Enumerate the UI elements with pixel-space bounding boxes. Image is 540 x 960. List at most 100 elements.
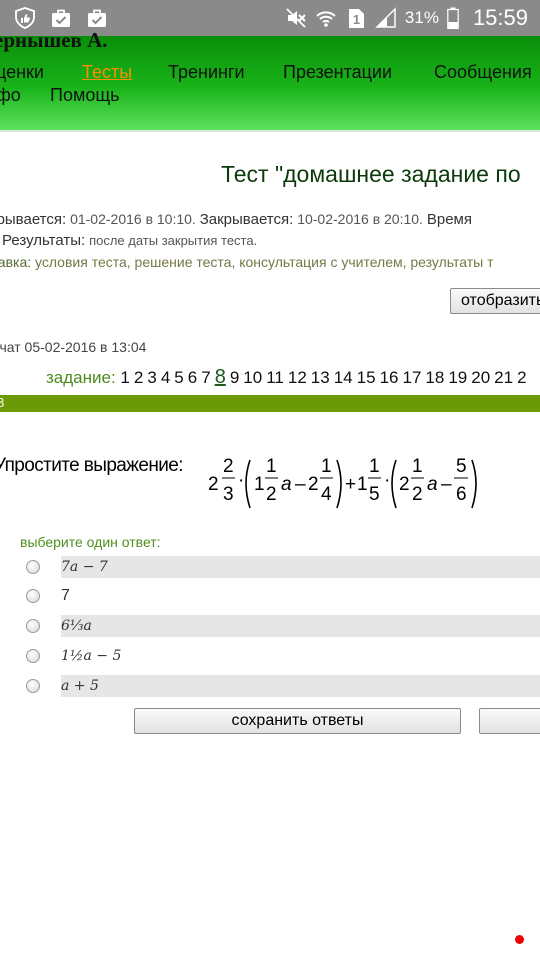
svg-text:+: +	[345, 474, 356, 495]
opens-label: крывается:	[0, 211, 67, 228]
svg-text:·: ·	[238, 470, 244, 491]
answer-label: 7	[61, 587, 70, 604]
answer-option[interactable]: 1½a − 5	[0, 645, 540, 667]
task-number-link[interactable]: 9	[230, 368, 239, 387]
user-name: ернышев А.	[0, 28, 108, 52]
task-number-link[interactable]: 5	[174, 368, 183, 387]
question-text: Упростите выражение:	[0, 455, 184, 476]
save-answers-button[interactable]: сохранить ответы	[134, 708, 461, 734]
briefcase-check-icon	[52, 9, 70, 27]
thumb-up-shield-icon	[15, 7, 35, 29]
started-at: ачат 05-02-2016 в 13:04	[0, 339, 147, 355]
results-value: после даты закрытия теста.	[89, 233, 258, 248]
task-number-link[interactable]: 1	[120, 368, 129, 387]
answer-radio[interactable]	[26, 679, 40, 693]
answer-label: 7a − 7	[61, 556, 540, 578]
nav-item-messages[interactable]: Сообщения	[434, 62, 532, 83]
svg-text:1: 1	[266, 456, 277, 477]
battery-percent: 31%	[404, 8, 439, 27]
svg-text:3: 3	[223, 484, 234, 505]
svg-text:1: 1	[412, 456, 423, 477]
task-number-link[interactable]: 17	[402, 368, 421, 387]
answer-radio[interactable]	[26, 619, 40, 633]
task-number-link[interactable]: 11	[266, 368, 284, 387]
nav-item-grades[interactable]: ценки	[0, 62, 44, 83]
task-number-link[interactable]: 16	[380, 368, 399, 387]
answer-prompt: выберите один ответ:	[20, 534, 161, 550]
closes-label: Закрывается:	[199, 211, 294, 228]
svg-text:6: 6	[456, 484, 467, 505]
svg-text:·: ·	[384, 470, 390, 491]
nav-item-presentations[interactable]: Презентации	[283, 62, 392, 83]
help-links: равка: условия теста, решение теста, кон…	[0, 254, 494, 270]
task-number-link[interactable]: 2	[517, 368, 526, 387]
task-number-link[interactable]: 8	[215, 366, 226, 388]
help-label: равка:	[0, 254, 32, 270]
nav-item-help[interactable]: Помощь	[50, 85, 120, 106]
task-number-link[interactable]: 19	[448, 368, 467, 387]
page-title: Тест "домашнее задание по	[221, 161, 521, 187]
site-header: ернышев А. ценки Тесты Тренинги Презента…	[0, 28, 540, 132]
answer-option[interactable]: 7	[0, 585, 540, 607]
help-links-text[interactable]: условия теста, решение теста, консультац…	[35, 254, 493, 270]
nav-item-info[interactable]: фо	[0, 85, 21, 106]
task-number-link[interactable]: 21	[494, 368, 513, 387]
answer-radio[interactable]	[26, 560, 40, 574]
svg-text:2: 2	[208, 474, 219, 495]
svg-text:2: 2	[399, 474, 410, 495]
show-button[interactable]: отобразить	[450, 288, 540, 314]
next-button[interactable]	[479, 708, 540, 734]
svg-text:2: 2	[308, 474, 319, 495]
svg-text:5: 5	[369, 484, 380, 505]
test-results-info: Результаты: после даты закрытия теста.	[2, 232, 257, 249]
tasks-label: задание:	[46, 368, 116, 387]
task-number-link[interactable]: 15	[357, 368, 376, 387]
nav-item-trainings[interactable]: Тренинги	[168, 62, 245, 83]
answer-option[interactable]: a + 5	[0, 675, 540, 697]
answer-label: 6⅓a	[61, 615, 540, 637]
task-number-link[interactable]: 7	[201, 368, 210, 387]
wifi-icon	[316, 11, 336, 27]
answer-option[interactable]: 7a − 7	[0, 556, 540, 578]
question-formula: 2 23 · 1 12 a – 2 14 + 1 15 · 2 12 a – 5…	[208, 456, 477, 509]
svg-text:–: –	[295, 474, 306, 495]
answer-radio[interactable]	[26, 649, 40, 663]
svg-text:a: a	[427, 474, 438, 495]
answer-option[interactable]: 6⅓a	[0, 615, 540, 637]
red-dot-indicator	[515, 935, 524, 944]
task-number-link[interactable]: 13	[311, 368, 330, 387]
svg-text:5: 5	[456, 456, 467, 477]
clock: 15:59	[472, 5, 528, 30]
signal-icon	[375, 7, 396, 28]
task-number-link[interactable]: 12	[288, 368, 307, 387]
time-label: Время	[426, 211, 472, 228]
answer-label: a + 5	[61, 675, 540, 697]
svg-text:2: 2	[412, 484, 423, 505]
mute-icon	[286, 8, 306, 28]
sim-slot-label: 1	[353, 12, 360, 27]
task-list: 1 2 3 4 5 6 7 8 9 10 11 12 13 14 15 16 17 18 19 20 21 2	[120, 366, 530, 388]
task-number-link[interactable]: 6	[188, 368, 197, 387]
briefcase-check-icon	[88, 9, 106, 27]
task-number-link[interactable]: 20	[471, 368, 490, 387]
task-navigation: задание: 1 2 3 4 5 6 7 8 9 10 11 12 13 14 15 16 17 18 19 20…	[46, 366, 531, 389]
closes-value: 10-02-2016 в 20:10.	[297, 211, 423, 227]
task-number-link[interactable]: 10	[243, 368, 262, 387]
task-number-link[interactable]: 3	[147, 368, 156, 387]
results-label: Результаты:	[2, 232, 86, 249]
svg-text:1: 1	[369, 456, 380, 477]
task-number-link[interactable]: 18	[425, 368, 444, 387]
task-number-link[interactable]: 14	[334, 368, 353, 387]
battery-icon	[447, 7, 459, 29]
svg-text:–: –	[441, 474, 452, 495]
test-schedule: крывается: 01-02-2016 в 10:10. Закрывает…	[0, 211, 472, 228]
question-header-bar: 8	[0, 395, 540, 412]
task-number-link[interactable]: 2	[134, 368, 143, 387]
answer-label: 1½a − 5	[61, 648, 122, 664]
nav-item-tests[interactable]: Тесты	[82, 62, 132, 83]
sim-icon: 1	[348, 9, 364, 28]
svg-text:2: 2	[223, 456, 234, 477]
question-number: 8	[0, 395, 5, 410]
task-number-link[interactable]: 4	[161, 368, 170, 387]
answer-radio[interactable]	[26, 589, 40, 603]
